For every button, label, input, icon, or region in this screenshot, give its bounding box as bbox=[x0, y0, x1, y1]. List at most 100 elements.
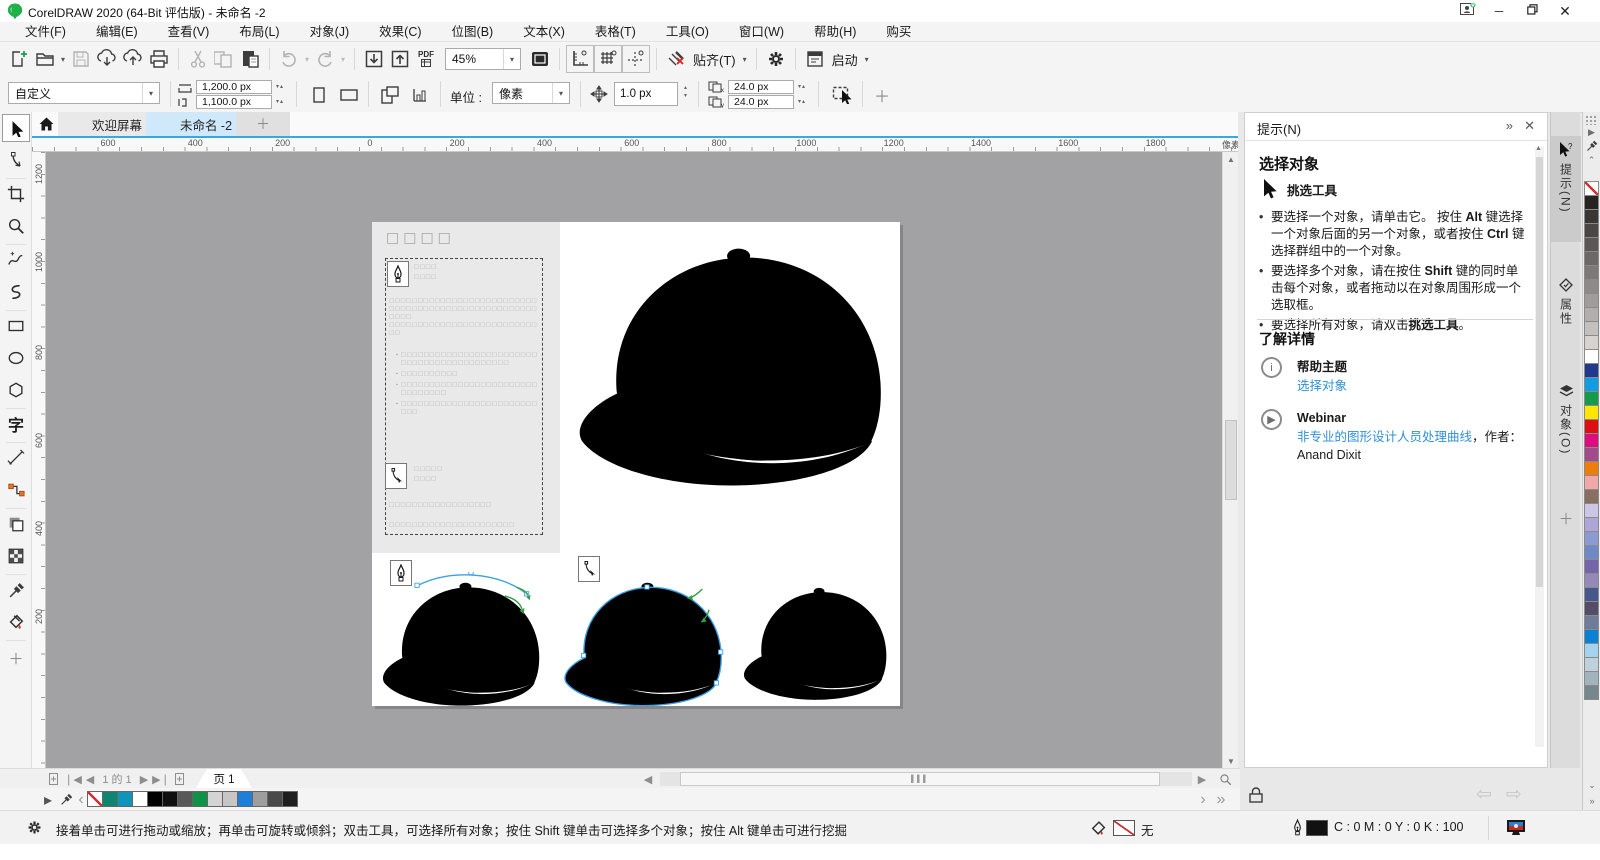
page-1-tab[interactable]: 页 1 bbox=[196, 769, 252, 788]
redo-button[interactable] bbox=[312, 46, 338, 72]
color-swatch[interactable] bbox=[1584, 503, 1599, 518]
menu-item[interactable]: 帮助(H) bbox=[799, 22, 871, 42]
duplicate-y-spinner[interactable]: ▾▴ bbox=[798, 98, 806, 105]
pick-tool[interactable] bbox=[2, 114, 30, 142]
menu-item[interactable]: 工具(O) bbox=[651, 22, 724, 42]
docker-tab-hints[interactable]: ? 提示(N) bbox=[1551, 136, 1581, 242]
menu-item[interactable]: 布局(L) bbox=[224, 22, 294, 42]
page-height-field[interactable]: 1,100.0 px bbox=[196, 95, 272, 109]
fullscreen-preview-button[interactable] bbox=[527, 46, 553, 72]
landscape-button[interactable] bbox=[334, 82, 364, 108]
page-width-field[interactable]: 1,200.0 px bbox=[196, 80, 272, 94]
save-to-cloud-button[interactable] bbox=[120, 46, 146, 72]
color-swatch[interactable] bbox=[1584, 475, 1599, 490]
palette-scroll-up-icon[interactable]: ⌃ bbox=[1583, 153, 1600, 167]
freehand-tool[interactable] bbox=[2, 246, 30, 274]
zoom-level-combo[interactable]: 45%▾ bbox=[445, 48, 521, 70]
zoom-tool[interactable] bbox=[2, 212, 30, 240]
hscroll-right-icon[interactable]: ▶ bbox=[1196, 771, 1208, 787]
page-preset-combo[interactable]: 自定义▾ bbox=[8, 82, 160, 104]
webinar-link[interactable]: 非专业的图形设计人员处理曲线 bbox=[1297, 430, 1472, 444]
menu-item[interactable]: 窗口(W) bbox=[724, 22, 799, 42]
snap-off-button[interactable] bbox=[663, 46, 689, 72]
no-color-swatch[interactable] bbox=[87, 791, 103, 807]
color-swatch[interactable] bbox=[207, 791, 223, 807]
color-swatch[interactable] bbox=[147, 791, 163, 807]
docker-collapse-icon[interactable]: » bbox=[1506, 118, 1513, 133]
color-swatch[interactable] bbox=[117, 791, 133, 807]
navigate-forward-icon[interactable]: ⇨ bbox=[1506, 783, 1522, 806]
docpalette-scroll-left-icon[interactable]: ‹ bbox=[76, 792, 86, 808]
palette-eyedropper-icon[interactable] bbox=[1583, 139, 1600, 153]
color-swatch[interactable] bbox=[1584, 237, 1599, 252]
menu-item[interactable]: 对象(J) bbox=[295, 22, 365, 42]
rectangle-tool[interactable] bbox=[2, 312, 30, 340]
units-combo[interactable]: 像素▾ bbox=[492, 82, 570, 104]
duplicate-x-field[interactable]: 24.0 px bbox=[728, 80, 794, 94]
color-swatch[interactable] bbox=[252, 791, 268, 807]
color-swatch[interactable] bbox=[1584, 363, 1599, 378]
color-swatch[interactable] bbox=[1584, 195, 1599, 210]
color-swatch[interactable] bbox=[267, 791, 283, 807]
show-rulers-toggle[interactable] bbox=[566, 45, 594, 73]
treat-as-filled-toggle[interactable] bbox=[828, 82, 856, 108]
add-page-start-icon[interactable] bbox=[46, 771, 62, 787]
scroll-down-icon[interactable]: ▼ bbox=[1223, 754, 1239, 768]
polygon-tool[interactable] bbox=[2, 376, 30, 404]
color-swatch[interactable] bbox=[1584, 573, 1599, 588]
color-swatch[interactable] bbox=[1584, 671, 1599, 686]
color-swatch[interactable] bbox=[1584, 307, 1599, 322]
color-swatch[interactable] bbox=[1584, 251, 1599, 266]
restore-button[interactable] bbox=[1519, 2, 1545, 20]
undo-button[interactable] bbox=[276, 46, 302, 72]
interactive-fill-tool[interactable] bbox=[2, 608, 30, 636]
menu-item[interactable]: 编辑(E) bbox=[81, 22, 153, 42]
add-tool-button[interactable]: ＋ bbox=[2, 644, 30, 672]
palette-scroll-down-icon[interactable]: ⌄ bbox=[1583, 778, 1600, 792]
menu-item[interactable]: 查看(V) bbox=[153, 22, 225, 42]
artistic-media-tool[interactable] bbox=[2, 278, 30, 306]
export-button[interactable] bbox=[387, 46, 413, 72]
crop-tool[interactable] bbox=[2, 180, 30, 208]
color-swatch[interactable] bbox=[1584, 643, 1599, 658]
color-swatch[interactable] bbox=[1584, 349, 1599, 364]
color-swatch[interactable] bbox=[1584, 461, 1599, 476]
nudge-distance-field[interactable]: 1.0 px bbox=[614, 82, 678, 106]
add-page-end-icon[interactable] bbox=[172, 771, 188, 787]
snap-to-label[interactable]: 贴齐(T) bbox=[693, 50, 736, 69]
color-swatch[interactable] bbox=[1584, 321, 1599, 336]
no-color-swatch[interactable] bbox=[1584, 181, 1599, 196]
docpalette-flyout-icon[interactable]: ▸ bbox=[42, 792, 54, 808]
show-guidelines-toggle[interactable] bbox=[622, 45, 650, 73]
drop-shadow-tool[interactable] bbox=[2, 510, 30, 538]
menu-item[interactable]: 文件(F) bbox=[10, 22, 81, 42]
color-swatch[interactable] bbox=[1584, 587, 1599, 602]
docker-scroll-thumb[interactable] bbox=[1536, 157, 1543, 587]
color-swatch[interactable] bbox=[237, 791, 253, 807]
color-swatch[interactable] bbox=[177, 791, 193, 807]
color-swatch[interactable] bbox=[102, 791, 118, 807]
page-dimensions-button[interactable] bbox=[406, 82, 434, 108]
color-swatch[interactable] bbox=[1584, 377, 1599, 392]
snap-dropdown-icon[interactable]: ▾ bbox=[740, 55, 750, 64]
color-swatch[interactable] bbox=[1584, 223, 1599, 238]
color-swatch[interactable] bbox=[162, 791, 178, 807]
color-swatch[interactable] bbox=[222, 791, 238, 807]
palette-expand-icon[interactable]: » bbox=[1583, 794, 1600, 808]
color-swatch[interactable] bbox=[132, 791, 148, 807]
home-welcome-icon[interactable] bbox=[34, 112, 58, 136]
color-swatch[interactable] bbox=[1584, 559, 1599, 574]
color-swatch[interactable] bbox=[1584, 433, 1599, 448]
hscroll-left-icon[interactable]: ◀ bbox=[642, 771, 654, 787]
open-dropdown-icon[interactable]: ▾ bbox=[58, 55, 68, 64]
fill-color-icon[interactable] bbox=[1090, 819, 1108, 836]
vertical-scrollbar[interactable]: ▲ ▼ bbox=[1222, 152, 1238, 768]
duplicate-x-spinner[interactable]: ▾▴ bbox=[798, 83, 806, 90]
color-swatch[interactable] bbox=[1584, 657, 1599, 672]
dimension-tool[interactable] bbox=[2, 444, 30, 472]
color-swatch[interactable] bbox=[1584, 685, 1599, 700]
ellipse-tool[interactable] bbox=[2, 344, 30, 372]
new-document-button[interactable] bbox=[6, 46, 32, 72]
next-page-icon[interactable]: ▶ bbox=[138, 771, 150, 787]
color-swatch[interactable] bbox=[1584, 391, 1599, 406]
